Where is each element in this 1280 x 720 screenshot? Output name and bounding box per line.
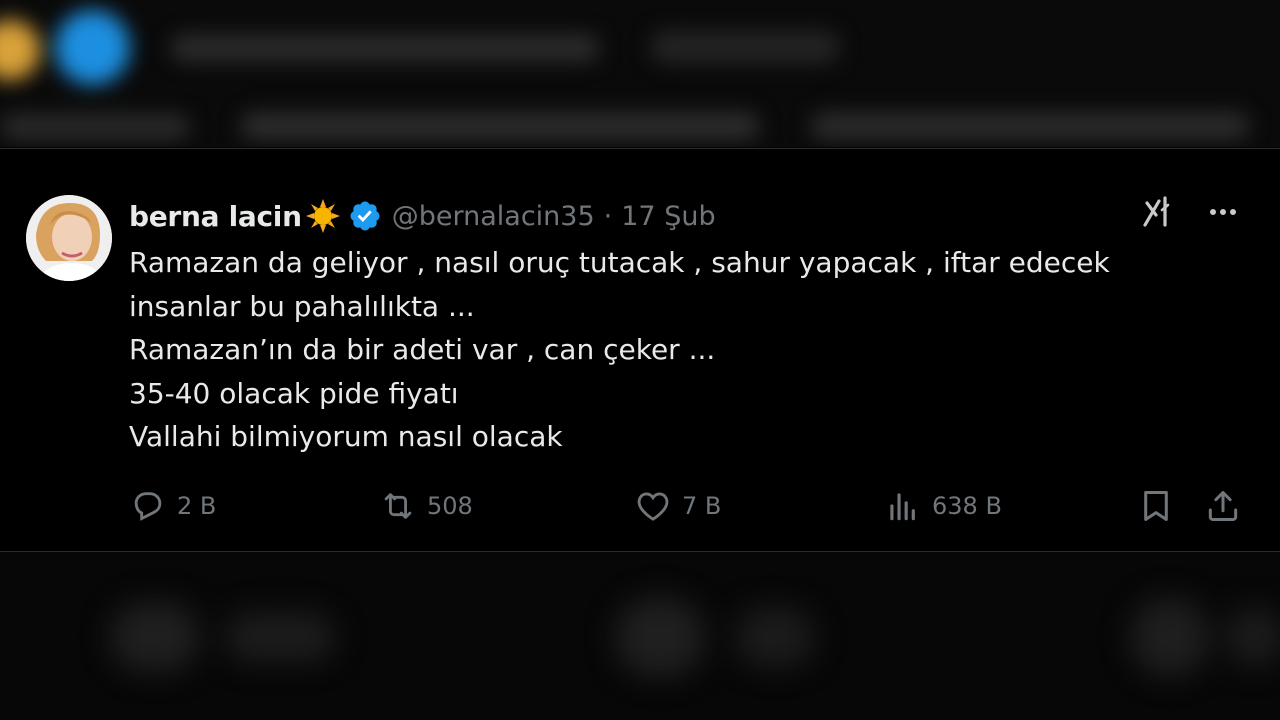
views-count: 638 B bbox=[932, 492, 1002, 520]
reply-count: 2 B bbox=[177, 492, 217, 520]
like-count: 7 B bbox=[682, 492, 722, 520]
tweet-line: Ramazan’ın da bir adeti var , can çeker … bbox=[129, 333, 716, 366]
blurred-next-content bbox=[0, 552, 1280, 720]
repost-count: 508 bbox=[427, 492, 473, 520]
share-button[interactable] bbox=[1204, 483, 1242, 529]
grok-icon[interactable] bbox=[1142, 195, 1176, 229]
reply-icon bbox=[134, 492, 162, 521]
tweet-actions: 2 B 508 7 B 638 B bbox=[129, 483, 1244, 529]
repost-button[interactable]: 508 bbox=[379, 483, 473, 529]
blurred-previous-tweet bbox=[0, 0, 1280, 147]
separator-dot: · bbox=[603, 200, 613, 232]
sun-emoji-icon bbox=[305, 199, 340, 233]
share-icon bbox=[1208, 491, 1238, 521]
bookmark-button[interactable] bbox=[1137, 483, 1175, 529]
views-button[interactable]: 638 B bbox=[884, 483, 1002, 529]
tweet-line: Ramazan da geliyor , nasıl oruç tutacak … bbox=[129, 246, 1110, 279]
display-name[interactable]: berna lacin bbox=[129, 200, 302, 233]
user-handle[interactable]: @bernalacin35 bbox=[392, 201, 595, 232]
tweet-header: berna lacin @bernalacin35 · 17 Şub bbox=[129, 197, 716, 235]
tweet-line: Vallahi bilmiyorum nasıl olacak bbox=[129, 420, 563, 453]
tweet-card[interactable]: berna lacin @bernalacin35 · 17 Şub Ramaz… bbox=[0, 148, 1280, 552]
avatar[interactable] bbox=[26, 195, 112, 281]
tweet-text: Ramazan da geliyor , nasıl oruç tutacak … bbox=[129, 241, 1209, 459]
like-button[interactable]: 7 B bbox=[634, 483, 721, 529]
repost-icon bbox=[384, 493, 412, 519]
bookmark-icon bbox=[1144, 491, 1168, 521]
tweet-date[interactable]: 17 Şub bbox=[621, 201, 715, 232]
like-icon bbox=[637, 492, 669, 521]
more-icon[interactable] bbox=[1206, 195, 1240, 229]
tweet-line: insanlar bu pahalılıkta ... bbox=[129, 289, 475, 323]
tweet-line: 35-40 olacak pide fiyatı bbox=[129, 376, 459, 410]
reply-button[interactable]: 2 B bbox=[129, 483, 216, 529]
verified-badge-icon bbox=[350, 201, 380, 231]
views-icon bbox=[890, 493, 915, 521]
tweet-top-actions bbox=[1142, 195, 1240, 229]
